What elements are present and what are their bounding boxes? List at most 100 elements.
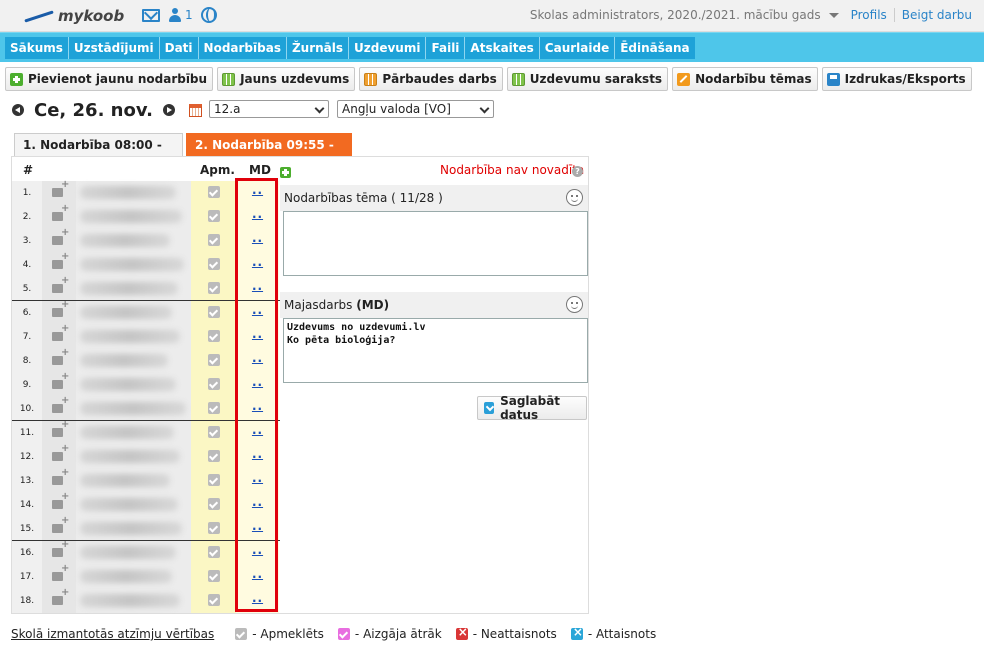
attendance-cell[interactable] — [191, 301, 236, 325]
attendance-cell[interactable] — [191, 229, 236, 253]
homework-link[interactable]: .. — [252, 495, 263, 509]
homework-link[interactable]: .. — [252, 351, 263, 365]
homework-link[interactable]: .. — [252, 255, 263, 269]
lesson-topics-button[interactable]: Nodarbību tēmas — [672, 67, 818, 91]
homework-link[interactable]: .. — [252, 471, 263, 485]
profile-link[interactable]: Profils — [851, 8, 887, 22]
homework-link[interactable]: .. — [252, 327, 263, 341]
attendance-cell[interactable] — [191, 421, 236, 445]
homework-link[interactable]: .. — [252, 519, 263, 533]
homework-link[interactable]: .. — [252, 591, 263, 605]
print-export-button[interactable]: Izdrukas/Eksports — [821, 67, 972, 91]
online-users-button[interactable]: 1 — [168, 7, 193, 23]
new-task-label: Jauns uzdevums — [240, 72, 350, 86]
nav-item-faili[interactable]: Faili — [426, 37, 466, 59]
homework-link[interactable]: .. — [252, 279, 263, 293]
homework-link[interactable]: .. — [252, 447, 263, 461]
help-icon[interactable]: ? — [572, 166, 583, 177]
student-card-button[interactable] — [42, 395, 76, 421]
calendar-icon[interactable] — [188, 103, 202, 117]
student-card-button[interactable] — [42, 491, 76, 517]
attendance-cell[interactable] — [191, 205, 236, 229]
homework-link[interactable]: .. — [252, 567, 263, 581]
student-name-blurred — [76, 397, 191, 421]
nav-item-uzdevumi[interactable]: Uzdevumi — [349, 37, 427, 59]
smiley-icon[interactable] — [566, 189, 583, 206]
homework-link[interactable]: .. — [252, 423, 263, 437]
next-day-icon[interactable] — [162, 104, 175, 116]
globe-icon[interactable] — [200, 7, 217, 23]
attendance-cell[interactable] — [191, 469, 236, 493]
tab-lesson-1[interactable]: 1. Nodarbība 08:00 - 08:40 — [14, 133, 183, 174]
attendance-cell[interactable] — [191, 325, 236, 349]
mark-values-link[interactable]: Skolā izmantotās atzīmju vērtības — [11, 627, 214, 641]
student-card-button[interactable] — [42, 563, 76, 589]
attendance-cell[interactable] — [191, 373, 236, 397]
add-lesson-button[interactable]: Pievienot jaunu nodarbību — [5, 67, 214, 91]
student-card-icon — [52, 275, 69, 293]
homework-textarea[interactable]: Uzdevums no uzdevumi.lv Ko pēta bioloģij… — [283, 318, 588, 383]
attendance-cell[interactable] — [191, 541, 236, 565]
nav-item-uzstadijumi[interactable]: Uzstādījumi — [69, 37, 160, 59]
student-card-button[interactable] — [42, 419, 76, 445]
nav-item-zurnals[interactable]: Žurnāls — [287, 37, 350, 59]
attendance-cell[interactable] — [191, 181, 236, 205]
homework-link[interactable]: .. — [252, 375, 263, 389]
attendance-cell[interactable] — [191, 589, 236, 613]
smiley-icon[interactable] — [566, 296, 583, 313]
topic-textarea[interactable] — [283, 211, 588, 276]
student-card-button[interactable] — [42, 347, 76, 373]
student-card-button[interactable] — [42, 275, 76, 301]
student-card-button[interactable] — [42, 587, 76, 613]
attendance-cell[interactable] — [191, 565, 236, 589]
nav-item-edinasana[interactable]: Ēdināšana — [615, 37, 694, 59]
homework-link[interactable]: .. — [252, 207, 263, 221]
mykoob-logo[interactable]: mykoob — [22, 4, 124, 28]
student-card-button[interactable] — [42, 299, 76, 325]
attendance-cell[interactable] — [191, 253, 236, 277]
new-task-button[interactable]: Jauns uzdevums — [217, 67, 356, 91]
attendance-cell[interactable] — [191, 349, 236, 373]
homework-link[interactable]: .. — [252, 543, 263, 557]
homework-link[interactable]: .. — [252, 303, 263, 317]
attendance-cell[interactable] — [191, 445, 236, 469]
task-list-button[interactable]: Uzdevumu saraksts — [506, 67, 669, 91]
logout-link[interactable]: Beigt darbu — [902, 8, 972, 22]
attendance-cell[interactable] — [191, 397, 236, 421]
student-card-button[interactable] — [42, 179, 76, 205]
class-select[interactable]: 12.a — [209, 100, 329, 118]
student-card-button[interactable] — [42, 227, 76, 253]
check-icon — [208, 402, 220, 414]
student-card-button[interactable] — [42, 323, 76, 349]
nav-item-dati[interactable]: Dati — [160, 37, 199, 59]
task-grid-icon — [222, 72, 236, 86]
school-year-selector[interactable]: Skolas administrators, 2020./2021. mācīb… — [530, 8, 821, 22]
attendance-cell[interactable] — [191, 277, 236, 301]
homework-link[interactable]: .. — [252, 231, 263, 245]
homework-link[interactable]: .. — [252, 399, 263, 413]
subject-select[interactable]: Angļu valoda [VO] — [337, 100, 494, 118]
student-card-button[interactable] — [42, 515, 76, 541]
attendance-cell[interactable] — [191, 517, 236, 541]
save-button[interactable]: Saglabāt datus — [477, 394, 587, 422]
mail-icon[interactable] — [142, 8, 160, 22]
student-card-button[interactable] — [42, 371, 76, 397]
nav-item-nodarbibas[interactable]: Nodarbības — [199, 37, 287, 59]
student-card-button[interactable] — [42, 467, 76, 493]
homework-link[interactable]: .. — [252, 183, 263, 197]
prev-day-icon[interactable] — [12, 104, 24, 116]
student-card-button[interactable] — [42, 203, 76, 229]
nav-item-caurlaide[interactable]: Caurlaide — [540, 37, 616, 59]
nav-item-atskaites[interactable]: Atskaites — [465, 37, 540, 59]
student-card-button[interactable] — [42, 251, 76, 277]
student-card-button[interactable] — [42, 539, 76, 565]
chevron-down-icon[interactable] — [828, 12, 839, 18]
add-column-icon[interactable] — [280, 167, 291, 178]
homework-line-1: Uzdevums no uzdevumi.lv — [287, 322, 426, 333]
attendance-cell[interactable] — [191, 493, 236, 517]
student-card-button[interactable] — [42, 443, 76, 469]
test-button[interactable]: Pārbaudes darbs — [359, 67, 503, 91]
nav-item-sakums[interactable]: Sākums — [5, 37, 69, 59]
tab-lesson-2[interactable]: 2. Nodarbība 09:55 - 10:35 — [186, 133, 352, 174]
action-toolbar: Pievienot jaunu nodarbību Jauns uzdevums… — [5, 67, 972, 91]
